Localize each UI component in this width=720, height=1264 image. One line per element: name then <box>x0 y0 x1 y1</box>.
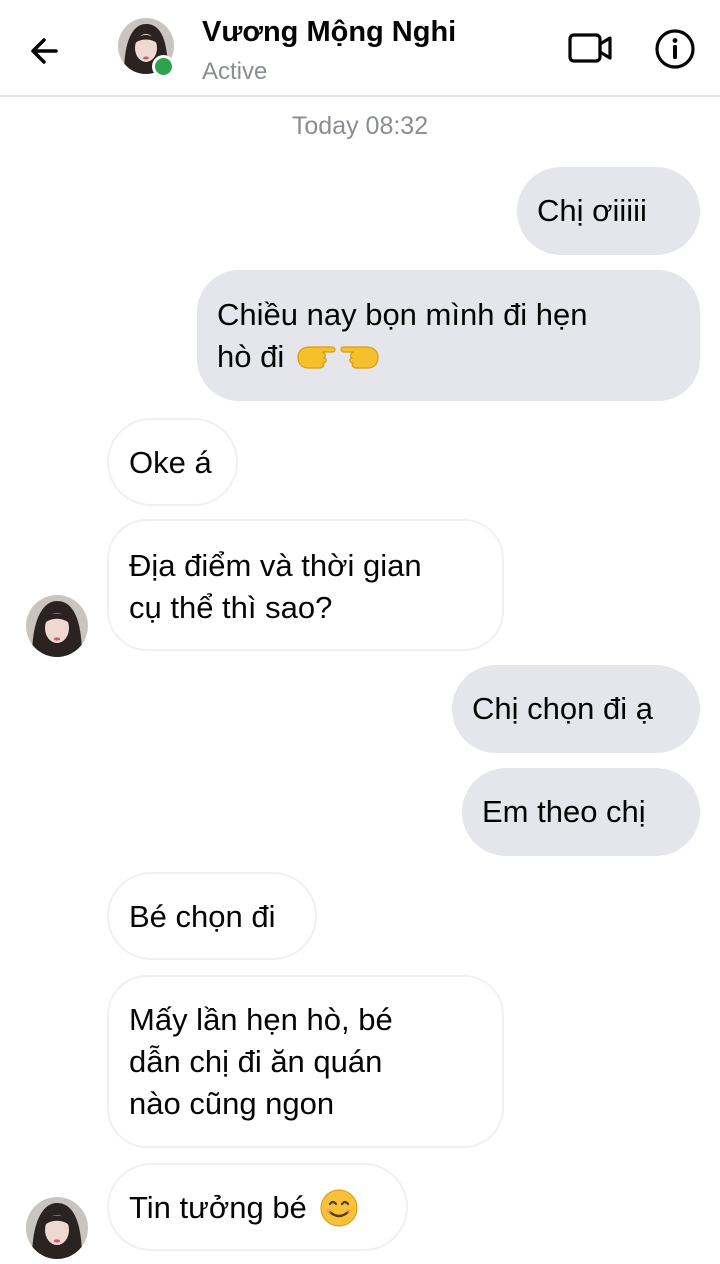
message-text: Em theo chị <box>482 794 646 829</box>
message-outgoing[interactable]: Chị ơiiiii <box>517 167 700 255</box>
video-call-icon[interactable] <box>566 28 616 68</box>
message-text: Chiều nay bọn mình đi hẹn <box>217 297 588 332</box>
message-outgoing[interactable]: Chiều nay bọn mình đi hẹn hò đi <box>197 270 700 401</box>
message-text: Oke á <box>129 445 212 480</box>
chat-header: Vương Mộng Nghi Active <box>0 0 720 97</box>
message-incoming[interactable]: Mấy lần hẹn hò, bé dẫn chị đi ăn quán nà… <box>107 975 504 1148</box>
pointing-hands-emoji <box>297 346 379 369</box>
message-text: Bé chọn đi <box>129 899 276 934</box>
sender-avatar[interactable] <box>26 1197 88 1259</box>
back-arrow-icon[interactable] <box>26 30 68 72</box>
message-outgoing[interactable]: Em theo chị <box>462 768 700 856</box>
message-text: Mấy lần hẹn hò, bé <box>129 1002 393 1037</box>
message-text: nào cũng ngon <box>129 1086 335 1121</box>
contact-name[interactable]: Vương Mộng Nghi <box>202 16 456 49</box>
message-incoming[interactable]: Tin tưởng bé <box>107 1163 408 1251</box>
message-text: Chị ơiiiii <box>537 193 647 228</box>
contact-status: Active <box>202 58 268 85</box>
online-indicator <box>152 55 175 78</box>
message-outgoing[interactable]: Chị chọn đi ạ <box>452 665 700 753</box>
message-text: hò đi <box>217 339 285 374</box>
message-text: Tin tưởng bé <box>129 1190 307 1225</box>
smiling-face-emoji <box>320 1189 358 1227</box>
message-incoming[interactable]: Oke á <box>107 418 238 506</box>
sender-avatar[interactable] <box>26 595 88 657</box>
message-text: Địa điểm và thời gian <box>129 548 422 583</box>
info-icon[interactable] <box>654 28 696 70</box>
message-text: dẫn chị đi ăn quán <box>129 1044 383 1079</box>
message-text: Chị chọn đi ạ <box>472 691 653 726</box>
message-incoming[interactable]: Bé chọn đi <box>107 872 317 960</box>
message-incoming[interactable]: Địa điểm và thời gian cụ thể thì sao? <box>107 519 504 651</box>
message-text: cụ thể thì sao? <box>129 590 333 625</box>
chat-timestamp: Today 08:32 <box>291 112 429 140</box>
